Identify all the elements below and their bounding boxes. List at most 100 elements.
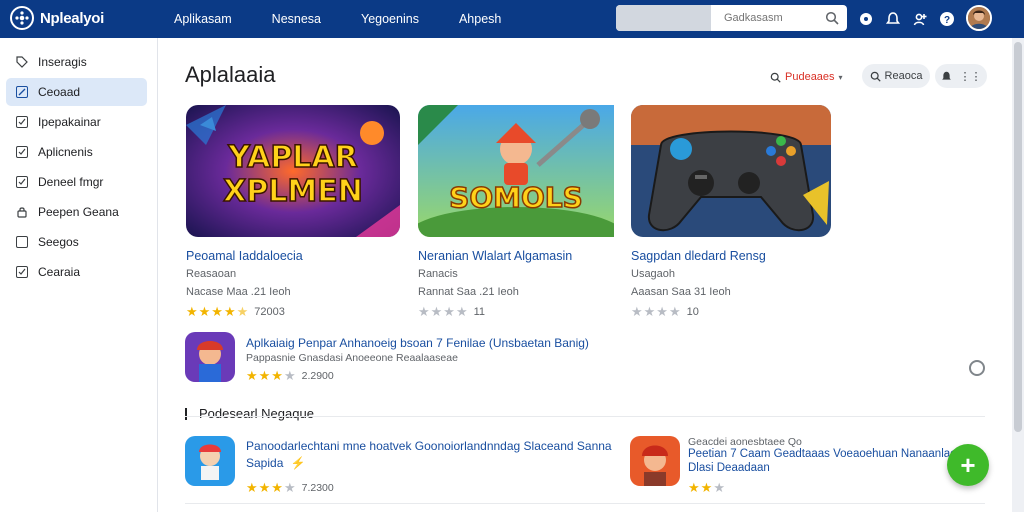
list-app-title: Panoodarlechtani mne hoatvek Goonoiorlan…: [246, 439, 612, 453]
scrollbar-thumb[interactable]: [1014, 42, 1022, 432]
list-app-icon: [185, 436, 235, 486]
list-item[interactable]: Geacdei aonesbtaee Qo Peetian 7 Caam Gea…: [630, 436, 963, 495]
more-icon: ⋮⋮: [959, 70, 982, 83]
sidebar-item-7[interactable]: Seegos: [6, 228, 147, 256]
check-icon: [16, 116, 28, 128]
search-icon[interactable]: [822, 8, 842, 28]
list-app-title-2: Sapida ⚡: [246, 456, 306, 470]
star-rating: ★★★★: [418, 304, 469, 319]
sidebar-item-label: Seegos: [38, 235, 79, 249]
nav-item-4[interactable]: Ahpesh: [459, 12, 501, 26]
lightning-icon: ⚡: [290, 456, 306, 470]
card-art-text: SOMOLS: [449, 181, 583, 214]
square-icon: [16, 236, 28, 248]
app-card-rating: ★★★★ 10: [631, 304, 845, 320]
logo-text: Nplealyoi: [40, 9, 104, 27]
plus-icon: +: [960, 450, 976, 480]
sidebar-item-3[interactable]: Ipepakainar: [6, 108, 147, 136]
sidebar-item-2[interactable]: Ceoaad: [6, 78, 147, 106]
rating-count: 11: [473, 306, 486, 318]
search-chip-label: Reaoca: [884, 70, 923, 82]
featured-app-row[interactable]: Aplkaiaig Penpar Anhanoeig bsoan 7 Fenil…: [185, 332, 985, 384]
rating-count: 10: [686, 306, 699, 318]
more-options-chip[interactable]: ⋮⋮: [935, 64, 987, 88]
app-card-publisher: Reasaoan: [186, 268, 237, 280]
sidebar-item-label: Cearaia: [38, 265, 81, 279]
rating-count: 2.2900: [301, 370, 334, 382]
help-icon[interactable]: ?: [936, 8, 958, 30]
app-card-rating: ★★★★ 11: [418, 304, 632, 320]
app-card-title: Neranian Wlalart Algamasin: [418, 249, 573, 263]
lock-icon: [16, 206, 28, 218]
card-art-text: YAPLAR: [227, 140, 358, 175]
app-card-image: YAPLAR XPLMEN: [186, 105, 400, 237]
play-icon[interactable]: [969, 360, 985, 376]
account-icon[interactable]: [909, 8, 931, 30]
check-icon: [16, 146, 28, 158]
top-bar: Nplealyoi Aplikasam Nesnesa Yegoenins Ah…: [0, 0, 1024, 38]
app-card-3[interactable]: Sagpdan dledard Rensg Usagaoh Aaasan Saa…: [631, 105, 845, 320]
star-rating: ★★★★: [246, 480, 297, 495]
filter-label: Pudeaaes: [785, 71, 835, 83]
logo-icon: [10, 6, 34, 30]
nav-item-3[interactable]: Yegoenins: [361, 12, 419, 26]
sidebar-item-1[interactable]: Inseragis: [6, 48, 147, 76]
app-card-image: SOMOLS: [418, 105, 632, 237]
app-card-image: [631, 105, 831, 237]
search-chip[interactable]: Reaoca: [862, 64, 930, 88]
divider: [185, 416, 985, 417]
edit-icon: [16, 86, 28, 98]
section-marker: [185, 407, 187, 420]
filter-dropdown[interactable]: Pudeaaes ▾: [770, 66, 843, 88]
chevron-down-icon: ▾: [838, 72, 843, 82]
add-button[interactable]: +: [947, 444, 989, 486]
user-avatar[interactable]: [966, 5, 992, 31]
star-rating: ★★★★: [246, 368, 297, 383]
featured-app-title: Aplkaiaig Penpar Anhanoeig bsoan 7 Fenil…: [246, 336, 589, 350]
app-card-title: Peoamal Iaddaloecia: [186, 249, 303, 263]
notifications-icon[interactable]: [882, 8, 904, 30]
page-title: Aplalaaia: [185, 62, 276, 87]
sidebar-item-label: Deneel fmgr: [38, 175, 104, 189]
app-logo[interactable]: Nplealyoi: [10, 6, 104, 30]
app-card-2[interactable]: SOMOLS Neranian Wlalart Algamasin Ranaci…: [418, 105, 632, 320]
featured-app-desc: Pappasnie Gnasdasi Anoeeone Reaalaaseae: [246, 352, 458, 364]
nav-item-2[interactable]: Nesnesa: [272, 12, 321, 26]
sidebar-item-6[interactable]: Peepen Geana: [6, 198, 147, 226]
check-icon: [16, 266, 28, 278]
search-scope-selector[interactable]: [616, 5, 711, 31]
featured-app-icon: [185, 332, 235, 382]
search-input[interactable]: [716, 5, 821, 31]
list-item[interactable]: Panoodarlechtani mne hoatvek Goonoiorlan…: [185, 436, 612, 495]
sidebar-item-label: Inseragis: [38, 55, 87, 69]
sidebar: Inseragis Ceoaad Ipepakainar Aplicnenis …: [0, 38, 158, 512]
app-card-meta: Aaasan Saa 31 Ieoh: [631, 286, 731, 298]
app-card-meta: Nacase Maa .21 Ieoh: [186, 286, 291, 298]
sidebar-item-8[interactable]: Cearaia: [6, 258, 147, 286]
nav-item-1[interactable]: Aplikasam: [174, 12, 232, 26]
scrollbar[interactable]: [1012, 38, 1024, 512]
star-rating: ★★★: [688, 480, 726, 495]
section-heading: Podesearl Negaque: [185, 406, 314, 421]
list-app-icon: [630, 436, 680, 486]
tag-icon: [16, 56, 28, 68]
bell-icon: [941, 71, 952, 82]
apps-icon[interactable]: [855, 8, 877, 30]
app-card-title: Sagpdan dledard Rensg: [631, 249, 766, 263]
search-box: [616, 5, 847, 31]
top-icons: ?: [855, 8, 963, 30]
main-content: Aplalaaia Pudeaaes ▾ Reaoca ⋮⋮ YAPLAR XP…: [158, 38, 1012, 512]
list-app-publisher: Geacdei aonesbtaee Qo: [688, 436, 802, 448]
sidebar-item-label: Ipepakainar: [38, 115, 101, 129]
app-card-1[interactable]: YAPLAR XPLMEN Peoamal Iaddaloecia Reasao…: [186, 105, 400, 320]
sidebar-item-4[interactable]: Aplicnenis: [6, 138, 147, 166]
app-card-meta: Rannat Saa .21 Ieoh: [418, 286, 519, 298]
star-rating: ★★★★: [631, 304, 682, 319]
sidebar-item-5[interactable]: Deneel fmgr: [6, 168, 147, 196]
sidebar-item-label: Aplicnenis: [38, 145, 93, 159]
list-app-rating: ★★★: [688, 480, 731, 496]
search-icon: [870, 71, 881, 82]
app-card-publisher: Usagaoh: [631, 268, 676, 280]
section-title: Podesearl Negaque: [199, 406, 314, 421]
app-card-publisher: Ranacis: [418, 268, 458, 280]
